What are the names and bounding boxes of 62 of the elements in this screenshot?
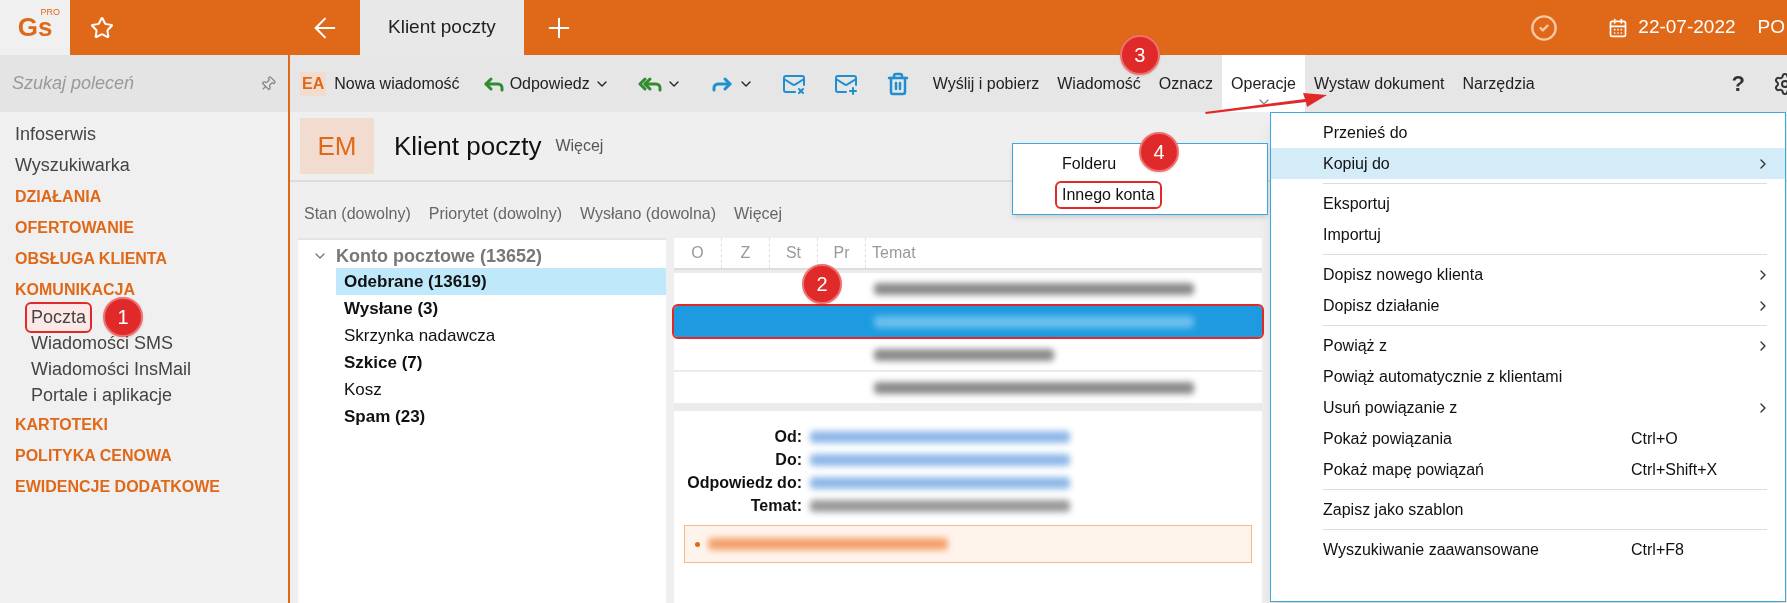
menu-item[interactable]: Powiąż automatycznie z klientami [1271,361,1785,392]
folder-item[interactable]: Kosz [336,376,666,403]
search-field[interactable]: Szukaj poleceń [12,68,260,99]
check-circle-icon[interactable] [1530,13,1559,42]
menu-item[interactable]: Kopiuj do [1271,148,1785,179]
more-link[interactable]: Więcej [555,134,604,158]
step-number-badge: 1 [103,297,143,337]
bullet-icon [695,541,700,547]
menu-item[interactable]: Przenieś do [1271,117,1785,148]
search-bar[interactable]: Szukaj poleceń [0,55,288,112]
sidebar-item[interactable]: Wyszukiwarka [15,151,288,180]
menu-item[interactable]: Importuj [1271,219,1785,250]
filter-button[interactable]: Stan (dowolny) [304,202,411,226]
menu-item[interactable]: Pokaż powiązania Ctrl+O [1271,423,1785,454]
message-row[interactable] [674,339,1262,370]
menu-item[interactable]: Eksportuj [1271,188,1785,219]
field-label: Odpowiedz do: [686,472,802,493]
date-label: 22-07-2022 [1638,15,1736,40]
filter-button[interactable]: Wysłano (dowolna) [580,202,716,226]
field-label: Temat: [749,495,802,516]
message-row[interactable] [674,372,1262,403]
trash-icon[interactable] [885,71,910,96]
folder-item[interactable]: Skrzynka nadawcza [336,322,666,349]
user-label: PO [1757,15,1785,40]
step-number-badge: 3 [1119,35,1160,75]
filter-button[interactable]: Priorytet (dowolny) [428,202,563,226]
message-row[interactable] [674,273,1262,304]
menu-item[interactable]: Pokaż mapę powiązań Ctrl+Shift+X [1271,454,1785,485]
step-number-badge: 4 [1139,132,1179,172]
account-label: Konto pocztowe (13652) [336,244,543,268]
filter-button[interactable]: Więcej [734,202,783,226]
module-badge: EM [300,118,374,174]
menu-item[interactable]: Dopisz nowego klienta [1271,259,1785,290]
menu-tab[interactable]: Wyślij i pobierz [923,71,1049,96]
submenu-item[interactable]: Folderu [1057,151,1122,176]
tab[interactable]: Klient poczty [360,0,524,55]
folder-item[interactable]: Spam (23) [336,403,666,430]
submenu-item[interactable]: Innego konta [1057,182,1160,207]
ea-badge-icon: EA [300,71,327,96]
menu-item[interactable]: Zapisz jako szablon [1271,494,1785,525]
page-title: Klient poczty [394,129,542,163]
field-label: Od: [773,426,802,447]
help-icon[interactable]: ? [1731,67,1745,100]
menu-tab[interactable]: Wystaw dokument [1304,71,1454,96]
menu-item[interactable]: Dopisz działanie [1271,290,1785,321]
app-logo: GsPRO [0,0,70,55]
sidebar-item[interactable]: Wiadomości InsMail [27,355,196,383]
calendar-icon[interactable] [1608,17,1629,38]
menu-item[interactable]: Wyszukiwanie zaawansowane Ctrl+F8 [1271,534,1785,565]
reply-button[interactable]: Odpowiedz [509,71,590,96]
menu-item[interactable]: Usuń powiązanie z [1271,392,1785,423]
sidebar-item[interactable]: Poczta [27,303,91,331]
folder-item[interactable]: Odebrane (13619) [336,268,666,295]
menu-item[interactable]: Powiąż z [1271,330,1785,361]
sidebar-item[interactable]: Infoserwis [15,120,288,149]
new-message-button[interactable]: EA Nowa wiadomość [292,63,468,104]
menu-tab[interactable]: Narzędzia [1453,71,1544,96]
star-icon[interactable] [90,15,114,40]
folder-item[interactable]: Szkice (7) [336,349,666,376]
sidebar-item[interactable]: Portale i aplikacje [27,381,177,409]
folder-item[interactable]: Wysłane (3) [336,295,666,322]
field-label: Do: [774,449,802,470]
